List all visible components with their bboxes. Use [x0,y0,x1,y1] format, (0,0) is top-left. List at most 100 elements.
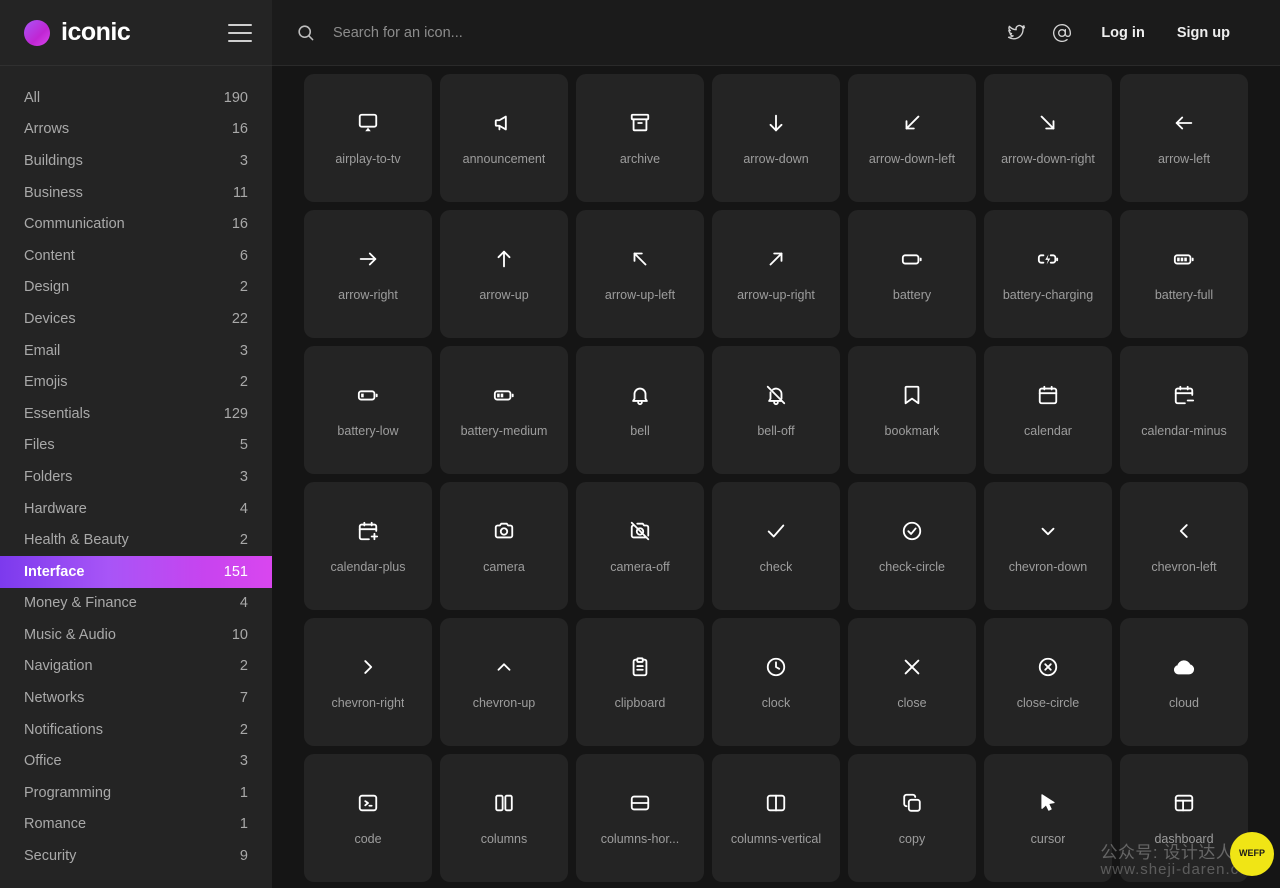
columns-vertical-icon [765,792,787,814]
sidebar-item-content[interactable]: Content 6 [0,240,272,272]
sidebar-item-music-audio[interactable]: Music & Audio 10 [0,619,272,651]
icon-card-label: arrow-right [338,288,398,302]
icon-card-label: cloud [1169,696,1199,710]
icon-card-battery[interactable]: battery [848,210,976,338]
sidebar-item-money-finance[interactable]: Money & Finance 4 [0,588,272,620]
icon-card-label: arrow-down-left [868,152,956,166]
sidebar-item-business[interactable]: Business 11 [0,177,272,209]
icon-card-check[interactable]: check [712,482,840,610]
icon-card-archive[interactable]: archive [576,74,704,202]
sidebar-item-security[interactable]: Security 9 [0,840,272,872]
sidebar: iconic All 190 Arrows 16 Buildings 3 Business 1… [0,0,272,888]
sidebar-item-devices[interactable]: Devices 22 [0,303,272,335]
sidebar-item-romance[interactable]: Romance 1 [0,809,272,841]
icon-card-columns-vertical[interactable]: columns-vertical [712,754,840,882]
icon-card-airplay-to-tv[interactable]: airplay-to-tv [304,74,432,202]
sidebar-item-arrows[interactable]: Arrows 16 [0,114,272,146]
icon-card-chevron-left[interactable]: chevron-left [1120,482,1248,610]
icon-card-clipboard[interactable]: clipboard [576,618,704,746]
sidebar-item-count: 9 [239,848,248,865]
sidebar-item-interface[interactable]: Interface 151 [0,555,272,588]
icon-card-code[interactable]: code [304,754,432,882]
icon-card-bell[interactable]: bell [576,346,704,474]
hamburger-menu-icon[interactable] [228,23,252,42]
arrow-up-right-icon [765,248,787,270]
icon-card-copy[interactable]: copy [848,754,976,882]
icon-card-calendar-minus[interactable]: calendar-minus [1120,346,1248,474]
icon-card-label: columns-hor... [600,832,680,846]
icon-card-cloud[interactable]: cloud [1120,618,1248,746]
sidebar-item-label: Interface [24,563,85,580]
sidebar-item-emojis[interactable]: Emojis 2 [0,366,272,398]
icon-card-arrow-down[interactable]: arrow-down [712,74,840,202]
at-sign-icon[interactable] [1039,16,1085,50]
icon-card-announcement[interactable]: announcement [440,74,568,202]
sidebar-item-design[interactable]: Design 2 [0,272,272,304]
icon-card-battery-medium[interactable]: battery-medium [440,346,568,474]
sidebar-item-files[interactable]: Files 5 [0,430,272,462]
sidebar-item-health-beauty[interactable]: Health & Beauty 2 [0,524,272,556]
icon-card-columns[interactable]: columns [440,754,568,882]
icon-card-label: calendar-plus [330,560,406,574]
icon-card-dashboard[interactable]: dashboard [1120,754,1248,882]
icon-card-battery-low[interactable]: battery-low [304,346,432,474]
icon-card-arrow-left[interactable]: arrow-left [1120,74,1248,202]
sidebar-item-label: Hardware [24,500,87,517]
sidebar-item-folders[interactable]: Folders 3 [0,461,272,493]
icon-card-bell-off[interactable]: bell-off [712,346,840,474]
icon-card-arrow-down-left[interactable]: arrow-down-left [848,74,976,202]
icon-card-label: chevron-right [331,696,405,710]
icon-card-chevron-down[interactable]: chevron-down [984,482,1112,610]
sidebar-item-email[interactable]: Email 3 [0,335,272,367]
icon-card-label: announcement [462,152,546,166]
bell-icon [629,384,651,406]
sidebar-item-all[interactable]: All 190 [0,82,272,114]
icon-card-label: arrow-left [1157,152,1211,166]
icon-card-chevron-right[interactable]: chevron-right [304,618,432,746]
search-input[interactable] [333,24,893,41]
icon-card-clock[interactable]: clock [712,618,840,746]
sidebar-item-hardware[interactable]: Hardware 4 [0,493,272,525]
sidebar-item-buildings[interactable]: Buildings 3 [0,145,272,177]
icon-card-label: chevron-down [1008,560,1088,574]
login-button[interactable]: Log in [1085,25,1161,41]
icon-card-chevron-up[interactable]: chevron-up [440,618,568,746]
sidebar-item-networks[interactable]: Networks 7 [0,682,272,714]
top-bar: Log in Sign up [272,0,1280,66]
icon-card-arrow-down-right[interactable]: arrow-down-right [984,74,1112,202]
icon-card-bookmark[interactable]: bookmark [848,346,976,474]
sidebar-item-notifications[interactable]: Notifications 2 [0,714,272,746]
icon-card-calendar[interactable]: calendar [984,346,1112,474]
icon-card-arrow-up[interactable]: arrow-up [440,210,568,338]
sidebar-item-count: 3 [239,753,248,770]
sidebar-item-count: 2 [239,279,248,296]
sidebar-item-office[interactable]: Office 3 [0,745,272,777]
sidebar-item-navigation[interactable]: Navigation 2 [0,651,272,683]
icon-card-calendar-plus[interactable]: calendar-plus [304,482,432,610]
icon-card-close-circle[interactable]: close-circle [984,618,1112,746]
icon-card-arrow-up-right[interactable]: arrow-up-right [712,210,840,338]
icon-card-camera-off[interactable]: camera-off [576,482,704,610]
announcement-icon [493,112,515,134]
icon-card-columns-horizontal[interactable]: columns-hor... [576,754,704,882]
icon-card-battery-charging[interactable]: battery-charging [984,210,1112,338]
chevron-left-icon [1173,520,1195,542]
icon-card-close[interactable]: close [848,618,976,746]
signup-button[interactable]: Sign up [1161,25,1246,41]
sidebar-item-communication[interactable]: Communication 16 [0,208,272,240]
icon-card-arrow-right[interactable]: arrow-right [304,210,432,338]
icon-card-camera[interactable]: camera [440,482,568,610]
icon-card-battery-full[interactable]: battery-full [1120,210,1248,338]
icon-grid-scroll[interactable]: airplay-to-tv announcement archive arrow-do… [272,66,1280,888]
icon-card-check-circle[interactable]: check-circle [848,482,976,610]
sidebar-item-essentials[interactable]: Essentials 129 [0,398,272,430]
sidebar-item-count: 190 [223,89,248,106]
sidebar-item-count: 6 [239,247,248,264]
icon-grid: airplay-to-tv announcement archive arrow-do… [304,74,1256,882]
twitter-bird-icon[interactable] [993,16,1039,50]
sidebar-item-count: 10 [231,626,248,643]
icon-card-arrow-up-left[interactable]: arrow-up-left [576,210,704,338]
sidebar-item-programming[interactable]: Programming 1 [0,777,272,809]
sidebar-item-label: Files [24,437,55,454]
icon-card-cursor[interactable]: cursor [984,754,1112,882]
